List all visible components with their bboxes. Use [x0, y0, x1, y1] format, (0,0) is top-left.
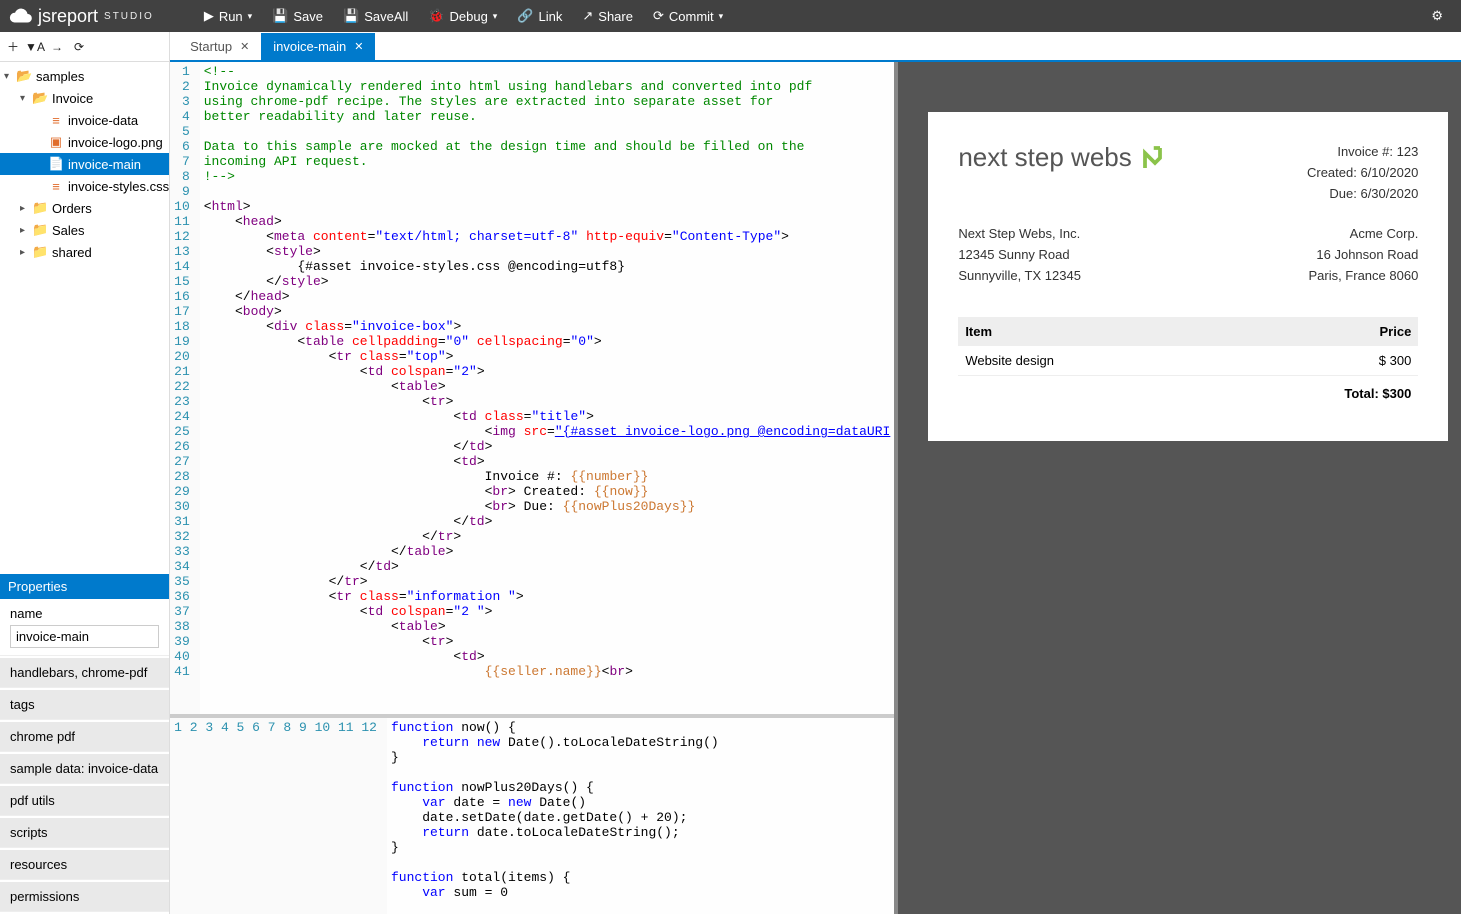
brand-logo: jsreport STUDIO [8, 3, 154, 29]
link-button[interactable]: 🔗Link [507, 0, 572, 32]
invoice-total: Total: $300 [958, 376, 1418, 411]
prop-name-input[interactable] [10, 625, 159, 648]
debug-button[interactable]: 🐞Debug▾ [418, 0, 507, 32]
twisty-closed-icon: ▸ [20, 203, 32, 214]
folder-icon: 📂 [16, 68, 32, 84]
editor-tabs: Startup✕ invoice-main✕ [170, 32, 1461, 62]
tree-file-invoice-styles[interactable]: ≡invoice-styles.css [0, 175, 169, 197]
invoice-items-table: ItemPrice Website design$ 300 [958, 317, 1418, 376]
prop-chrome-pdf[interactable]: chrome pdf [0, 722, 169, 752]
close-icon[interactable]: ✕ [240, 40, 249, 53]
prop-permissions[interactable]: permissions [0, 882, 169, 912]
caret-icon: ▾ [248, 11, 253, 22]
line-gutter: 1 2 3 4 5 6 7 8 9 10 11 12 13 14 15 16 1… [170, 62, 200, 714]
invoice-meta: Invoice #: 123 Created: 6/10/2020 Due: 6… [1307, 142, 1418, 204]
col-price: Price [1275, 317, 1419, 346]
bug-icon: 🐞 [428, 8, 444, 24]
main-area: Startup✕ invoice-main✕ 1 2 3 4 5 6 7 8 9… [170, 32, 1461, 914]
run-button[interactable]: ▶Run▾ [194, 0, 262, 32]
table-row: Website design$ 300 [958, 346, 1418, 376]
col-item: Item [958, 317, 1274, 346]
prop-pdf-utils[interactable]: pdf utils [0, 786, 169, 816]
template-editor[interactable]: 1 2 3 4 5 6 7 8 9 10 11 12 13 14 15 16 1… [170, 62, 894, 714]
tree-folder-sales[interactable]: ▸📁Sales [0, 219, 169, 241]
tab-startup[interactable]: Startup✕ [178, 33, 261, 60]
helpers-editor[interactable]: 1 2 3 4 5 6 7 8 9 10 11 12 function now(… [170, 714, 894, 914]
prop-resources[interactable]: resources [0, 850, 169, 880]
tree-folder-invoice[interactable]: ▾📂Invoice [0, 87, 169, 109]
arrow-right-icon: → [51, 40, 63, 54]
saveall-icon: 💾 [343, 8, 359, 24]
tree-file-invoice-data[interactable]: ≡invoice-data [0, 109, 169, 131]
link-icon: 🔗 [517, 8, 533, 24]
caret-icon: ▾ [719, 11, 724, 22]
refresh-button[interactable]: ⟳ [68, 36, 90, 58]
twisty-open-icon: ▾ [20, 93, 32, 104]
save-icon: 💾 [272, 8, 288, 24]
preview-pane: next step webs Invoice #: 123 Created: 6… [898, 62, 1461, 914]
folder-icon: 📁 [32, 222, 48, 238]
entity-tree: ▾📂samples ▾📂Invoice ≡invoice-data ▣invoi… [0, 62, 169, 574]
prop-name: name [0, 599, 169, 656]
new-button[interactable]: ＋ [2, 36, 24, 58]
tree-folder-orders[interactable]: ▸📁Orders [0, 197, 169, 219]
folder-icon: 📁 [32, 200, 48, 216]
play-icon: ▶ [204, 8, 214, 24]
invoice-document: next step webs Invoice #: 123 Created: 6… [928, 112, 1448, 441]
close-icon[interactable]: ✕ [354, 40, 363, 53]
prop-scripts[interactable]: scripts [0, 818, 169, 848]
brand-name: jsreport [38, 6, 98, 27]
tree-file-invoice-logo[interactable]: ▣invoice-logo.png [0, 131, 169, 153]
plus-icon: ＋ [7, 40, 19, 54]
prop-name-label: name [10, 606, 159, 621]
prop-tags[interactable]: tags [0, 690, 169, 720]
code-content[interactable]: <!-- Invoice dynamically rendered into h… [200, 62, 895, 714]
data-icon: ≡ [48, 113, 64, 128]
logo-arrow-icon [1140, 143, 1170, 173]
share-icon: ↗ [582, 8, 593, 24]
sidebar-toolbar: ＋ ▼A → ⟳ [0, 32, 169, 62]
twisty-open-icon: ▾ [4, 71, 16, 82]
settings-button[interactable]: ⚙ [1421, 0, 1453, 32]
image-icon: ▣ [48, 134, 64, 150]
buyer-address: Acme Corp. 16 Johnson Road Paris, France… [1308, 224, 1418, 286]
prop-sample-data[interactable]: sample data: invoice-data [0, 754, 169, 784]
gear-icon: ⚙ [1431, 8, 1443, 24]
cloud-icon [8, 3, 34, 29]
line-gutter: 1 2 3 4 5 6 7 8 9 10 11 12 [170, 718, 387, 914]
tree-folder-shared[interactable]: ▸📁shared [0, 241, 169, 263]
commit-icon: ⟳ [653, 8, 664, 24]
properties-panel: name handlebars, chrome-pdf tags chrome … [0, 599, 169, 914]
sidebar: ＋ ▼A → ⟳ ▾📂samples ▾📂Invoice ≡invoice-da… [0, 32, 170, 914]
invoice-logo: next step webs [958, 142, 1169, 173]
properties-header: Properties [0, 574, 169, 599]
brand-suffix: STUDIO [104, 11, 154, 22]
refresh-icon: ⟳ [74, 40, 84, 54]
code-content[interactable]: function now() { return new Date().toLoc… [387, 718, 894, 914]
save-button[interactable]: 💾Save [262, 0, 333, 32]
filter-button[interactable]: ▼A [24, 36, 46, 58]
twisty-closed-icon: ▸ [20, 225, 32, 236]
folder-icon: 📁 [32, 244, 48, 260]
collapse-button[interactable]: → [46, 36, 68, 58]
commit-button[interactable]: ⟳Commit▾ [643, 0, 733, 32]
tree-file-invoice-main[interactable]: 📄invoice-main [0, 153, 169, 175]
filter-icon: ▼A [25, 40, 45, 54]
tree-folder-samples[interactable]: ▾📂samples [0, 65, 169, 87]
folder-icon: 📂 [32, 90, 48, 106]
saveall-button[interactable]: 💾SaveAll [333, 0, 418, 32]
caret-icon: ▾ [493, 11, 498, 22]
twisty-closed-icon: ▸ [20, 247, 32, 258]
template-icon: 📄 [48, 156, 64, 172]
css-icon: ≡ [48, 179, 64, 194]
tab-invoice-main[interactable]: invoice-main✕ [261, 33, 375, 60]
topbar: jsreport STUDIO ▶Run▾ 💾Save 💾SaveAll 🐞De… [0, 0, 1461, 32]
share-button[interactable]: ↗Share [572, 0, 643, 32]
prop-engine[interactable]: handlebars, chrome-pdf [0, 658, 169, 688]
seller-address: Next Step Webs, Inc. 12345 Sunny Road Su… [958, 224, 1081, 286]
